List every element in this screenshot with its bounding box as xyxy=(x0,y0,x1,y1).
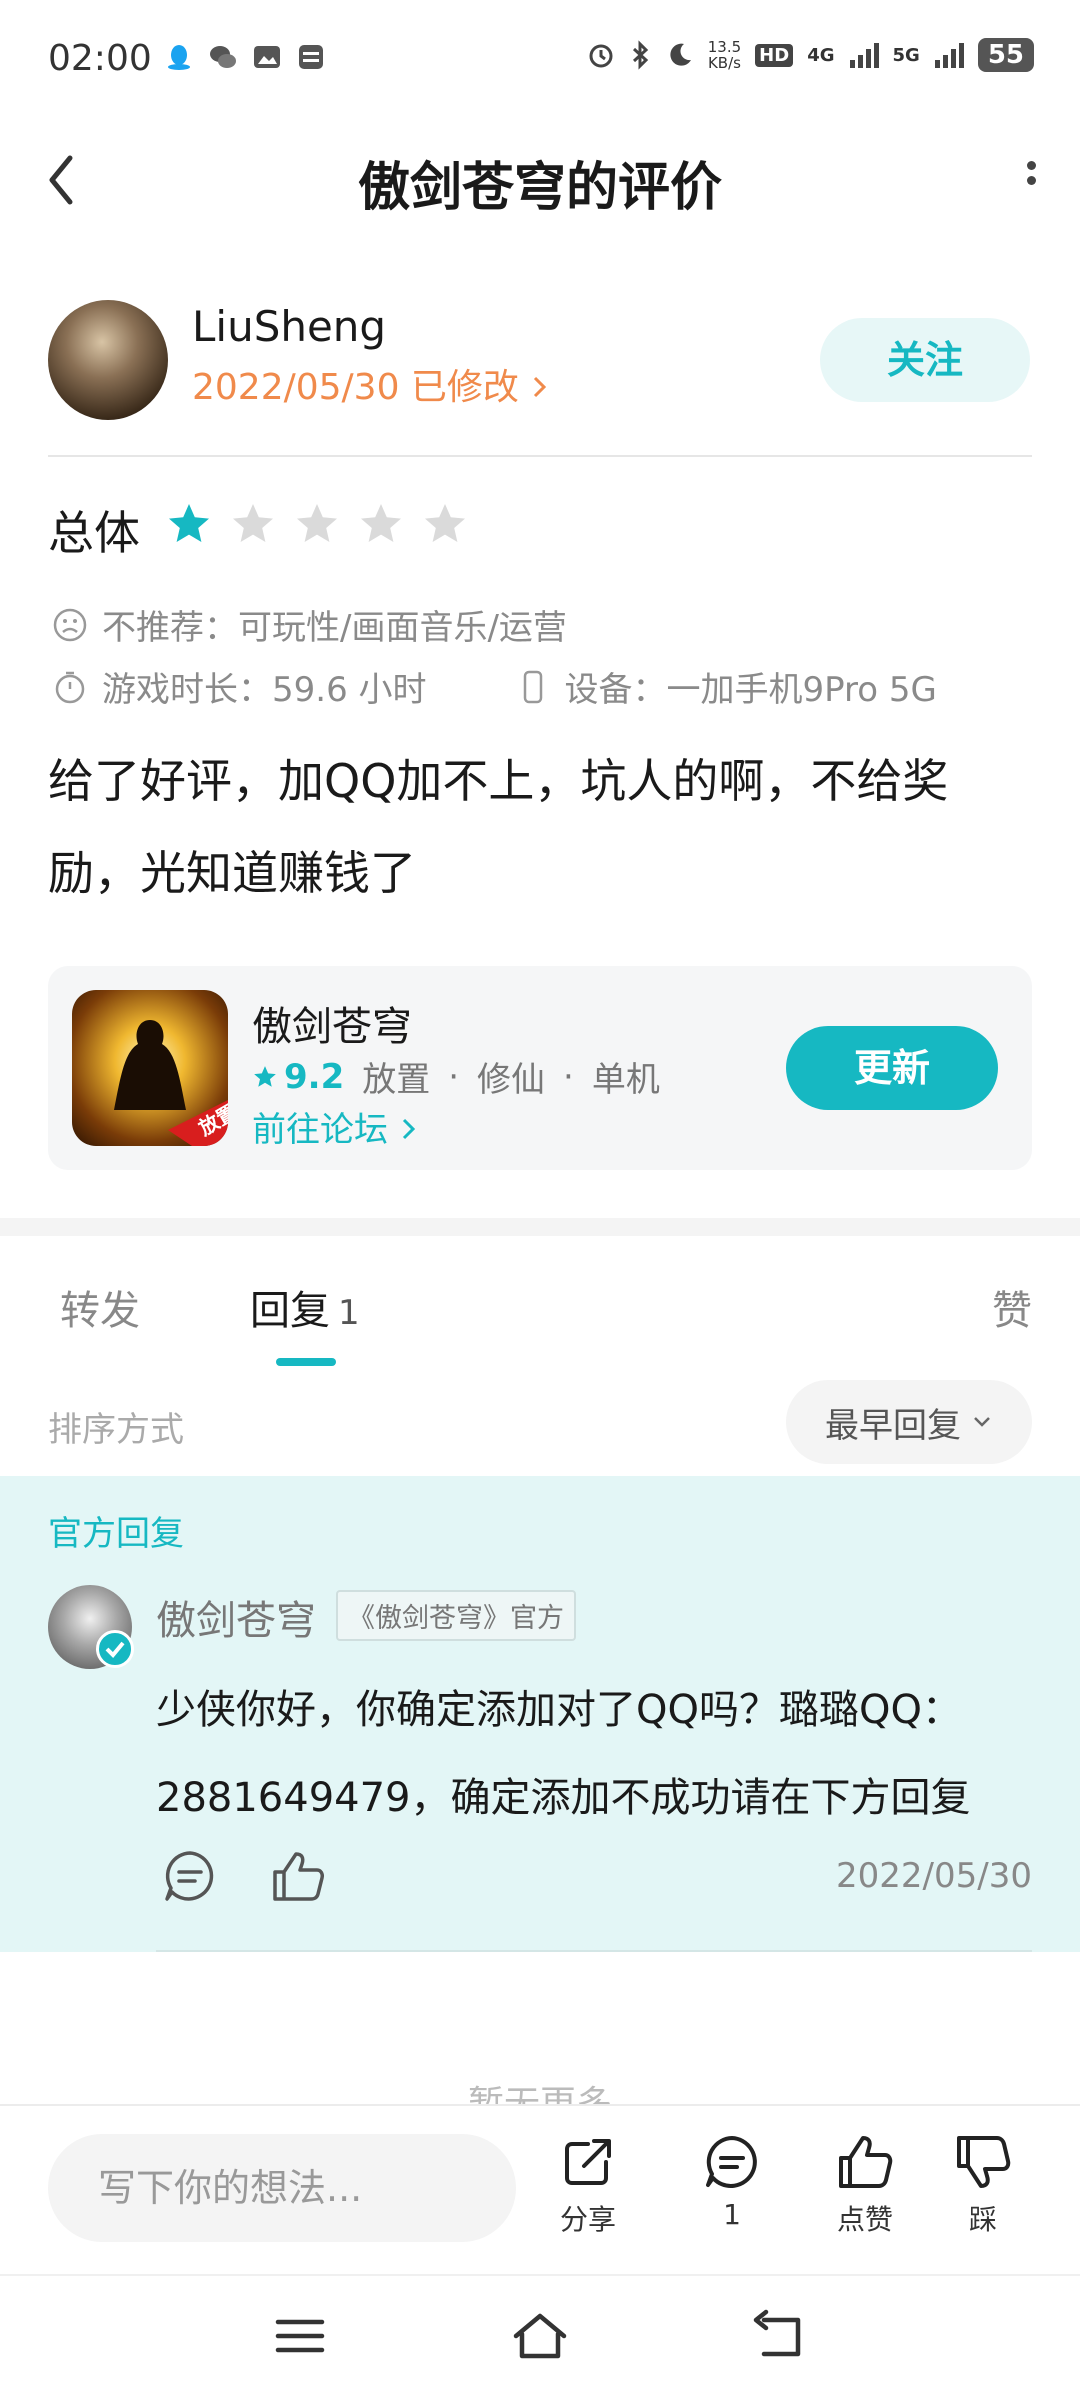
stopwatch-icon xyxy=(55,671,85,703)
net-speed-value: 13.5 xyxy=(707,38,742,56)
do-not-disturb-moon-icon xyxy=(670,43,691,66)
network-5g-label: 5G xyxy=(892,44,920,66)
bluetooth-icon xyxy=(632,40,648,70)
signal-4g-icon xyxy=(849,43,879,68)
forum-link-text: 前往论坛 xyxy=(252,1110,388,1150)
more-dot xyxy=(1026,176,1036,185)
tag-separator: · xyxy=(563,1056,574,1097)
wallet-notification-icon xyxy=(299,45,323,69)
reply-comment-icon[interactable] xyxy=(162,1848,218,1904)
phone-device-icon xyxy=(523,670,542,703)
back-nav-icon[interactable] xyxy=(752,2308,808,2364)
comment-count: 1 xyxy=(723,2198,741,2231)
network-4g-label: 4G xyxy=(807,44,835,66)
user-avatar[interactable] xyxy=(48,300,168,420)
sort-selected: 最早回复 xyxy=(825,1405,961,1446)
update-button[interactable]: 更新 xyxy=(786,1026,998,1110)
official-reply-label: 官方回复 xyxy=(48,1514,184,1554)
playtime-text: 游戏时长：59.6 小时 xyxy=(102,670,427,710)
qq-notification-icon xyxy=(168,45,190,70)
dislike-label: 踩 xyxy=(968,2203,997,2236)
dislike-button[interactable]: 踩 xyxy=(928,2132,1038,2238)
game-icon-art: 放置 xyxy=(114,1020,228,1146)
share-icon xyxy=(565,2139,611,2185)
game-tag: 修仙 xyxy=(477,1060,546,1100)
divider xyxy=(48,455,1032,457)
section-separator xyxy=(0,1218,1080,1236)
tab-reply-label: 回复 xyxy=(250,1288,330,1334)
thumbs-down-icon xyxy=(957,2136,1011,2188)
share-label: 分享 xyxy=(559,2203,616,2236)
review-body: 给了好评，加QQ加不上，坑人的啊，不给奖励，光知道赚钱了 xyxy=(48,754,949,900)
signal-5g-icon xyxy=(934,43,964,68)
tab-reply[interactable]: 回复 1 xyxy=(250,1278,360,1336)
game-tag: 单机 xyxy=(591,1060,660,1100)
comment-icon xyxy=(706,2136,757,2188)
more-dot xyxy=(1026,161,1036,170)
game-meta: 9.2 放置 · 修仙 · 单机 xyxy=(252,1052,660,1101)
tab-reply-count: 1 xyxy=(338,1293,360,1333)
active-tab-indicator xyxy=(276,1358,336,1366)
username[interactable]: LiuSheng xyxy=(192,302,386,351)
review-date-text: 2022/05/30 已修改 xyxy=(192,367,519,408)
follow-button[interactable]: 关注 xyxy=(820,318,1030,402)
forum-link[interactable]: 前往论坛 xyxy=(252,1102,419,1151)
sad-face-icon xyxy=(53,608,87,641)
game-rating-value: 9.2 xyxy=(284,1056,345,1097)
no-more-text: 暂无更多 xyxy=(467,2084,612,2105)
page-title: 傲剑苍穹的评价 xyxy=(357,158,722,218)
check-icon xyxy=(105,1641,125,1658)
star-empty-icon xyxy=(297,504,337,542)
status-time: 02:00 xyxy=(48,38,152,79)
not-recommend-text: 不推荐：可玩性/画面音乐/运营 xyxy=(102,608,567,648)
divider xyxy=(156,1950,1032,1952)
like-label: 点赞 xyxy=(836,2203,893,2236)
net-speed-unit: KB/s xyxy=(707,54,741,72)
star-filled-icon xyxy=(169,504,209,542)
reply-like-icon[interactable] xyxy=(270,1848,326,1904)
official-author[interactable]: 傲剑苍穹 xyxy=(156,1588,316,1646)
status-right-group: 13.5 KB/s HD 4G 5G 55 xyxy=(586,38,1034,72)
tab-forward[interactable]: 转发 xyxy=(60,1278,140,1336)
comment-button[interactable]: 1 xyxy=(677,2132,787,2231)
official-reply-date: 2022/05/30 xyxy=(836,1856,1032,1896)
wechat-notification-icon xyxy=(210,46,236,68)
playtime-device-line: 游戏时长：59.6 小时 设备：一加手机9Pro 5G xyxy=(52,662,937,711)
star-icon xyxy=(254,1065,276,1087)
thumbs-up-icon xyxy=(839,2136,893,2188)
home-icon[interactable] xyxy=(512,2308,568,2364)
hd-badge: HD xyxy=(755,43,794,67)
official-reply-body: 少侠你好，你确定添加对了QQ吗？璐璐QQ：2881649479，确定添加不成功请… xyxy=(156,1687,971,1821)
battery-indicator: 55 xyxy=(977,38,1034,72)
like-button[interactable]: 点赞 xyxy=(810,2132,920,2238)
star-empty-icon xyxy=(233,504,273,542)
share-button[interactable]: 分享 xyxy=(533,2132,643,2238)
chevron-right-icon xyxy=(534,376,547,398)
tag-separator: · xyxy=(448,1056,460,1097)
device-text: 设备：一加手机9Pro 5G xyxy=(564,670,937,710)
overall-rating-label: 总体 xyxy=(48,506,140,560)
game-icon[interactable]: 放置 xyxy=(72,990,228,1146)
tab-like[interactable]: 赞 xyxy=(992,1278,1032,1336)
chevron-right-icon xyxy=(402,1118,415,1140)
chevron-down-icon xyxy=(974,1417,990,1427)
menu-icon[interactable] xyxy=(272,2308,328,2364)
star-rating xyxy=(165,500,469,548)
game-rating: 9.2 xyxy=(252,1057,344,1097)
not-recommend-line: 不推荐：可玩性/画面音乐/运营 xyxy=(52,600,567,649)
sort-dropdown[interactable]: 最早回复 xyxy=(786,1380,1032,1464)
alarm-icon xyxy=(589,44,613,68)
comment-input[interactable]: 写下你的想法... xyxy=(48,2134,516,2242)
sort-label: 排序方式 xyxy=(48,1410,184,1450)
review-date-edited[interactable]: 2022/05/30 已修改 xyxy=(192,358,550,410)
game-tag: 放置 xyxy=(362,1060,431,1100)
official-tag: 《傲剑苍穹》官方 xyxy=(336,1590,576,1641)
verified-badge-icon xyxy=(96,1630,134,1668)
gallery-notification-icon xyxy=(254,46,280,68)
more-options-button[interactable] xyxy=(1018,155,1044,205)
net-speed: 13.5 KB/s xyxy=(708,39,741,71)
star-empty-icon xyxy=(425,504,465,542)
game-name[interactable]: 傲剑苍穹 xyxy=(252,994,412,1052)
star-empty-icon xyxy=(361,504,401,542)
